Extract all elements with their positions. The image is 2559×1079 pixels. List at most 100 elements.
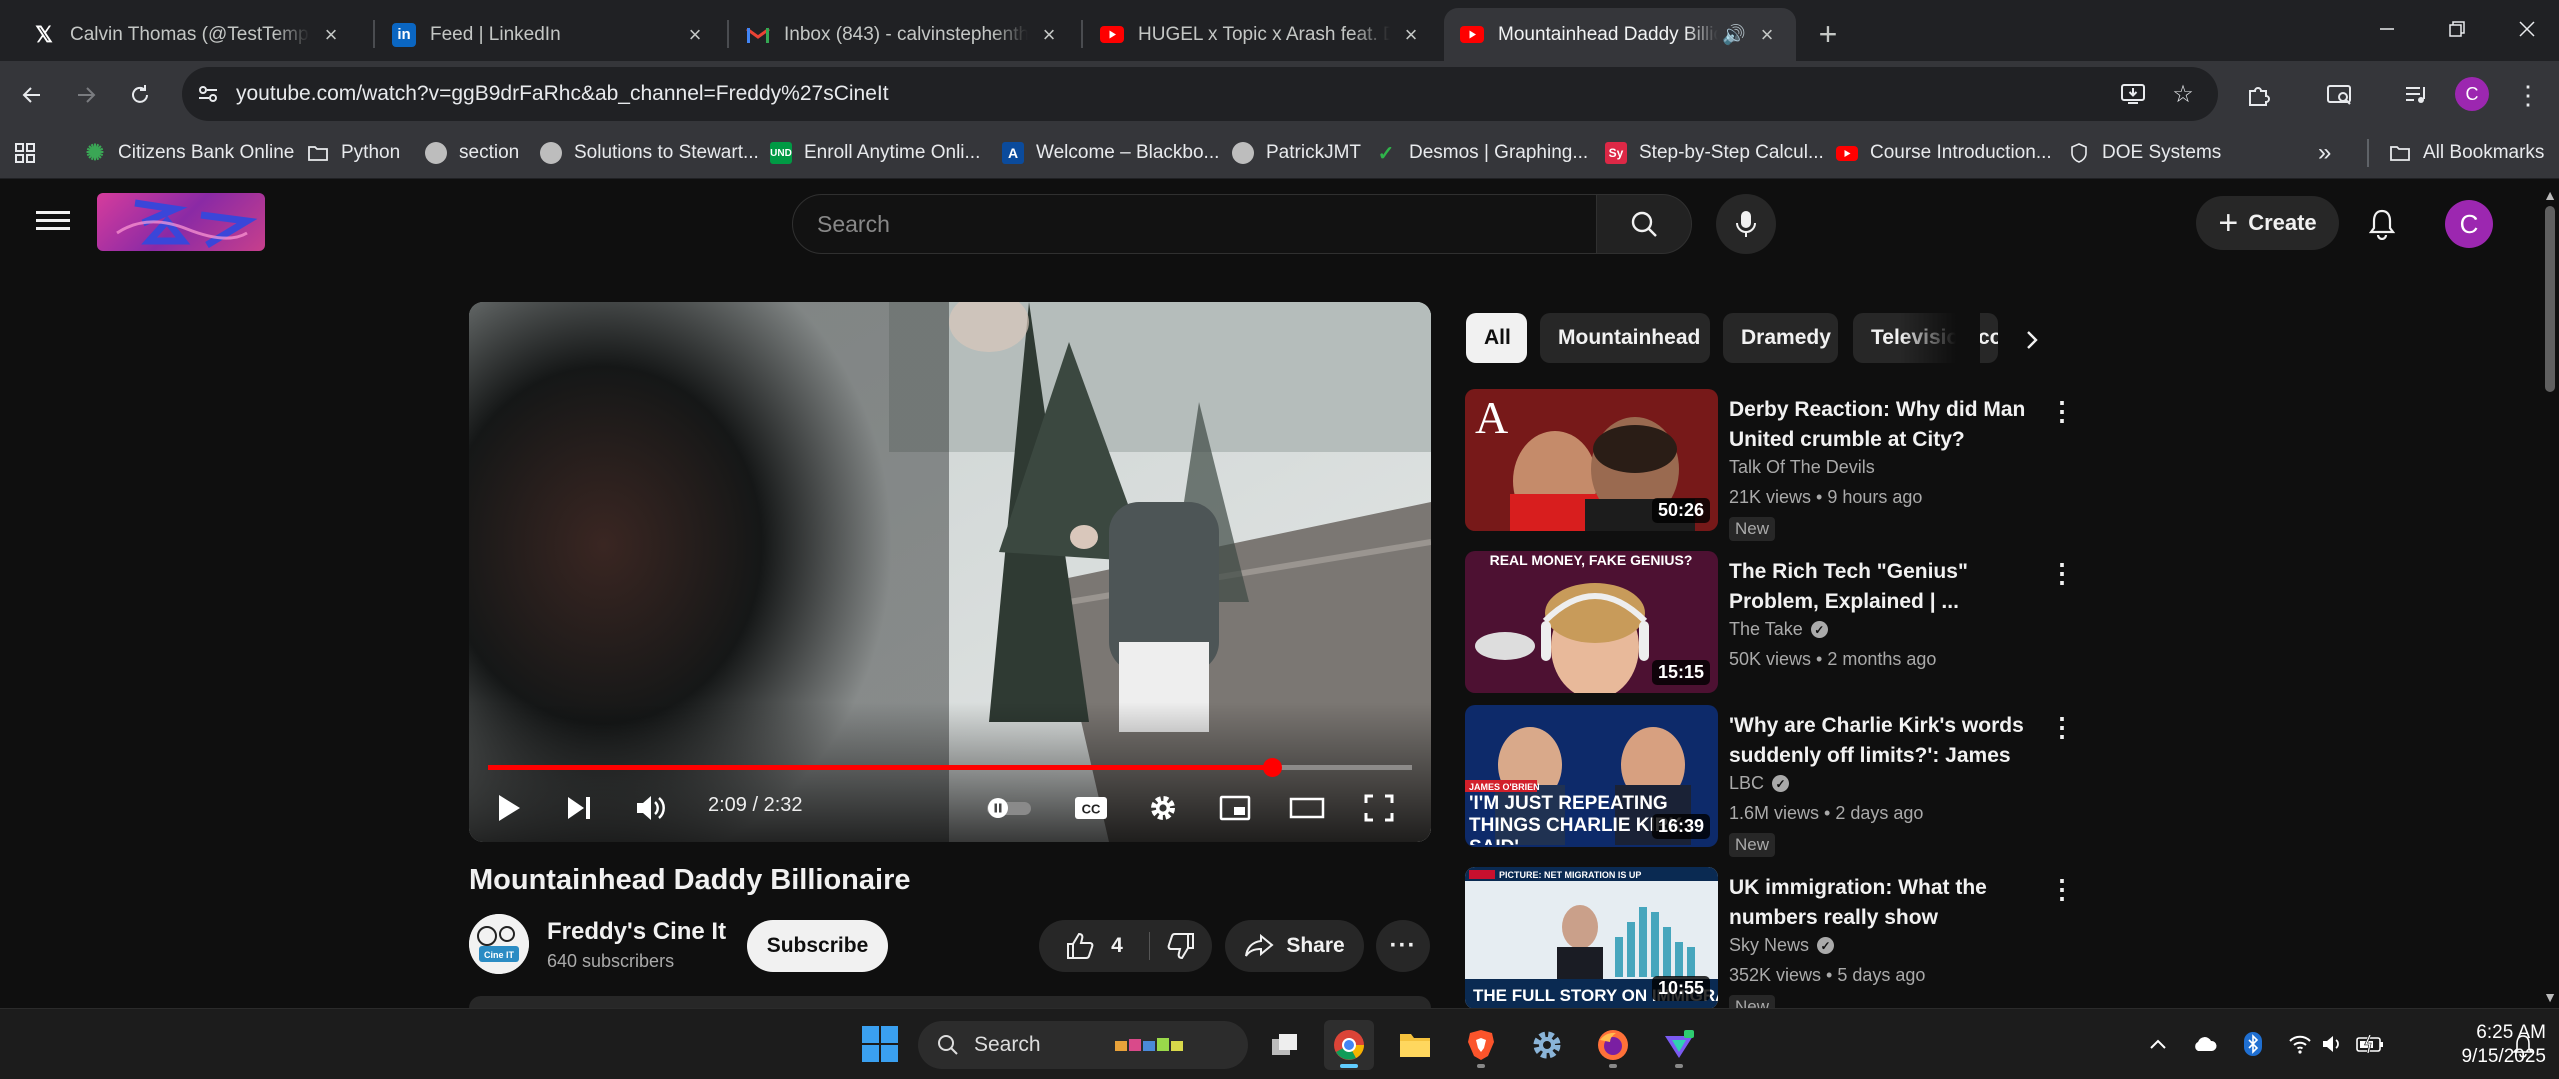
taskbar-firefox[interactable] — [1588, 1020, 1638, 1070]
address-bar[interactable]: youtube.com/watch?v=ggB9drFaRhc&ab_chann… — [182, 67, 2218, 121]
taskbar-search[interactable]: Search — [918, 1021, 1248, 1069]
recommendation-title[interactable]: The Rich Tech "Genius" Problem, Explaine… — [1729, 557, 2029, 617]
taskbar-brave[interactable] — [1456, 1020, 1506, 1070]
bookmark-patrickjmt[interactable]: PatrickJMT — [1232, 136, 1361, 170]
more-options-icon[interactable]: ⋮ — [2047, 391, 2077, 431]
account-avatar[interactable]: C — [2445, 200, 2493, 248]
menu-icon[interactable] — [36, 206, 70, 236]
more-options-icon[interactable]: ⋮ — [2047, 707, 2077, 747]
close-tab-icon[interactable]: × — [318, 22, 344, 48]
recommendation-title[interactable]: Derby Reaction: Why did Man United crumb… — [1729, 395, 2029, 455]
close-tab-icon[interactable]: × — [1036, 22, 1062, 48]
recommendation-channel[interactable]: The Take ✓ — [1729, 619, 1828, 640]
youtube-logo[interactable] — [97, 193, 265, 251]
dislike-button[interactable] — [1151, 920, 1211, 972]
back-button[interactable] — [10, 73, 54, 117]
bluetooth-icon[interactable] — [2238, 1029, 2268, 1059]
bookmark-stewart[interactable]: Solutions to Stewart... — [540, 136, 759, 170]
bookmark-course-intro[interactable]: Course Introduction... — [1836, 136, 2052, 170]
restore-button[interactable] — [2422, 0, 2492, 58]
speaker-icon[interactable] — [2318, 1029, 2348, 1059]
subscribe-button[interactable]: Subscribe — [747, 920, 888, 972]
wifi-icon[interactable] — [2285, 1029, 2315, 1059]
channel-avatar[interactable]: Cine IT — [469, 914, 529, 974]
recommendation-channel[interactable]: Talk Of The Devils — [1729, 457, 1875, 478]
task-view-button[interactable] — [1260, 1020, 1310, 1070]
taskbar-settings[interactable] — [1522, 1020, 1572, 1070]
recommendation-item[interactable]: A 50:26 Derby Reaction: Why did Man Unit… — [1465, 389, 2085, 541]
channel-name[interactable]: Freddy's Cine It — [547, 918, 726, 946]
tray-overflow-icon[interactable] — [2143, 1029, 2173, 1059]
play-button[interactable] — [487, 788, 531, 828]
video-thumbnail[interactable]: REAL MONEY, FAKE GENIUS? 15:15 — [1465, 551, 1718, 693]
cast-icon[interactable] — [2316, 72, 2362, 118]
share-button[interactable]: Share — [1225, 920, 1364, 972]
video-thumbnail[interactable]: JAMES O'BRIEN 'I'M JUST REPEATING THINGS… — [1465, 705, 1718, 847]
minimize-button[interactable] — [2352, 0, 2422, 58]
scroll-down-icon[interactable]: ▼ — [2541, 988, 2559, 1006]
bookmark-star-icon[interactable]: ☆ — [2162, 73, 2204, 115]
apps-grid-icon[interactable] — [14, 136, 36, 170]
voice-search-button[interactable] — [1716, 194, 1776, 254]
reload-button[interactable] — [118, 73, 162, 117]
search-input[interactable]: Search — [792, 194, 1598, 254]
chip-dramedy[interactable]: Dramedy — [1723, 313, 1838, 363]
notification-center-icon[interactable] — [2508, 1031, 2538, 1061]
recommendation-channel[interactable]: LBC ✓ — [1729, 773, 1790, 794]
settings-button[interactable] — [1141, 788, 1185, 828]
browser-menu-icon[interactable]: ⋮ — [2505, 72, 2551, 118]
bookmark-desmos[interactable]: ✓ Desmos | Graphing... — [1375, 136, 1589, 170]
create-button[interactable]: + Create — [2196, 196, 2339, 250]
onedrive-icon[interactable] — [2190, 1029, 2220, 1059]
extensions-icon[interactable] — [2236, 72, 2282, 118]
close-tab-icon[interactable]: × — [1398, 22, 1424, 48]
recommendation-item[interactable]: PICTURE: NET MIGRATION IS UP THE FULL ST… — [1465, 867, 2085, 1008]
battery-icon[interactable] — [2355, 1029, 2385, 1059]
video-player[interactable]: 2:09 / 2:32 CC — [469, 302, 1431, 842]
browser-tab-gmail[interactable]: Inbox (843) - calvinstephenthomas × — [730, 8, 1078, 61]
url-text[interactable]: youtube.com/watch?v=ggB9drFaRhc&ab_chann… — [236, 82, 2218, 106]
miniplayer-button[interactable] — [1213, 788, 1257, 828]
bookmark-python[interactable]: Python — [307, 136, 400, 170]
recommendation-title[interactable]: UK immigration: What the numbers really … — [1729, 873, 2029, 933]
captions-button[interactable]: CC — [1069, 788, 1113, 828]
chip-all[interactable]: All — [1466, 313, 1527, 363]
recommendation-item[interactable]: JAMES O'BRIEN 'I'M JUST REPEATING THINGS… — [1465, 705, 2085, 857]
volume-button[interactable] — [629, 788, 673, 828]
progress-bar[interactable] — [488, 758, 1412, 777]
recommendation-title[interactable]: 'Why are Charlie Kirk's words suddenly o… — [1729, 711, 2029, 771]
fullscreen-button[interactable] — [1357, 788, 1401, 828]
close-tab-icon[interactable]: × — [682, 22, 708, 48]
like-button[interactable]: 4 — [1039, 920, 1149, 972]
more-bookmarks-icon[interactable]: » — [2318, 136, 2331, 170]
bookmark-symbolab[interactable]: Sy Step-by-Step Calcul... — [1605, 136, 1824, 170]
bookmark-citizens-bank[interactable]: ✺ Citizens Bank Online — [84, 136, 295, 170]
recommendation-channel[interactable]: Sky News ✓ — [1729, 935, 1835, 956]
search-button[interactable] — [1596, 194, 1692, 254]
autoplay-toggle[interactable] — [983, 788, 1035, 828]
more-options-icon[interactable]: ⋮ — [2047, 553, 2077, 593]
video-thumbnail[interactable]: PICTURE: NET MIGRATION IS UP THE FULL ST… — [1465, 867, 1718, 1008]
profile-avatar[interactable]: C — [2455, 77, 2489, 111]
bookmark-enroll[interactable]: UND Enroll Anytime Onli... — [770, 136, 980, 170]
start-button[interactable] — [861, 1025, 899, 1063]
install-app-icon[interactable] — [2112, 73, 2154, 115]
bookmark-doe-systems[interactable]: DOE Systems — [2068, 136, 2221, 170]
close-tab-icon[interactable]: × — [1754, 22, 1780, 48]
chips-next-button[interactable] — [2010, 318, 2054, 362]
media-controls-icon[interactable] — [2394, 72, 2440, 118]
theater-mode-button[interactable] — [1285, 788, 1329, 828]
close-window-button[interactable] — [2492, 0, 2559, 58]
browser-tab-x[interactable]: 𝕏 Calvin Thomas (@TestTempAI) / X × — [16, 8, 360, 61]
more-options-icon[interactable]: ⋮ — [2047, 869, 2077, 909]
new-tab-button[interactable]: + — [1808, 14, 1848, 54]
browser-tab-hugel[interactable]: HUGEL x Topic x Arash feat. Daecolm × — [1084, 8, 1440, 61]
notifications-button[interactable] — [2358, 200, 2406, 248]
bookmark-blackboard[interactable]: A Welcome – Blackbo... — [1002, 136, 1219, 170]
site-settings-icon[interactable] — [188, 74, 228, 114]
browser-tab-linkedin[interactable]: in Feed | LinkedIn × — [376, 8, 724, 61]
taskbar-chrome[interactable] — [1324, 1020, 1374, 1070]
forward-button[interactable] — [64, 73, 108, 117]
next-button[interactable] — [557, 788, 601, 828]
scrollbar-thumb[interactable] — [2545, 206, 2555, 392]
